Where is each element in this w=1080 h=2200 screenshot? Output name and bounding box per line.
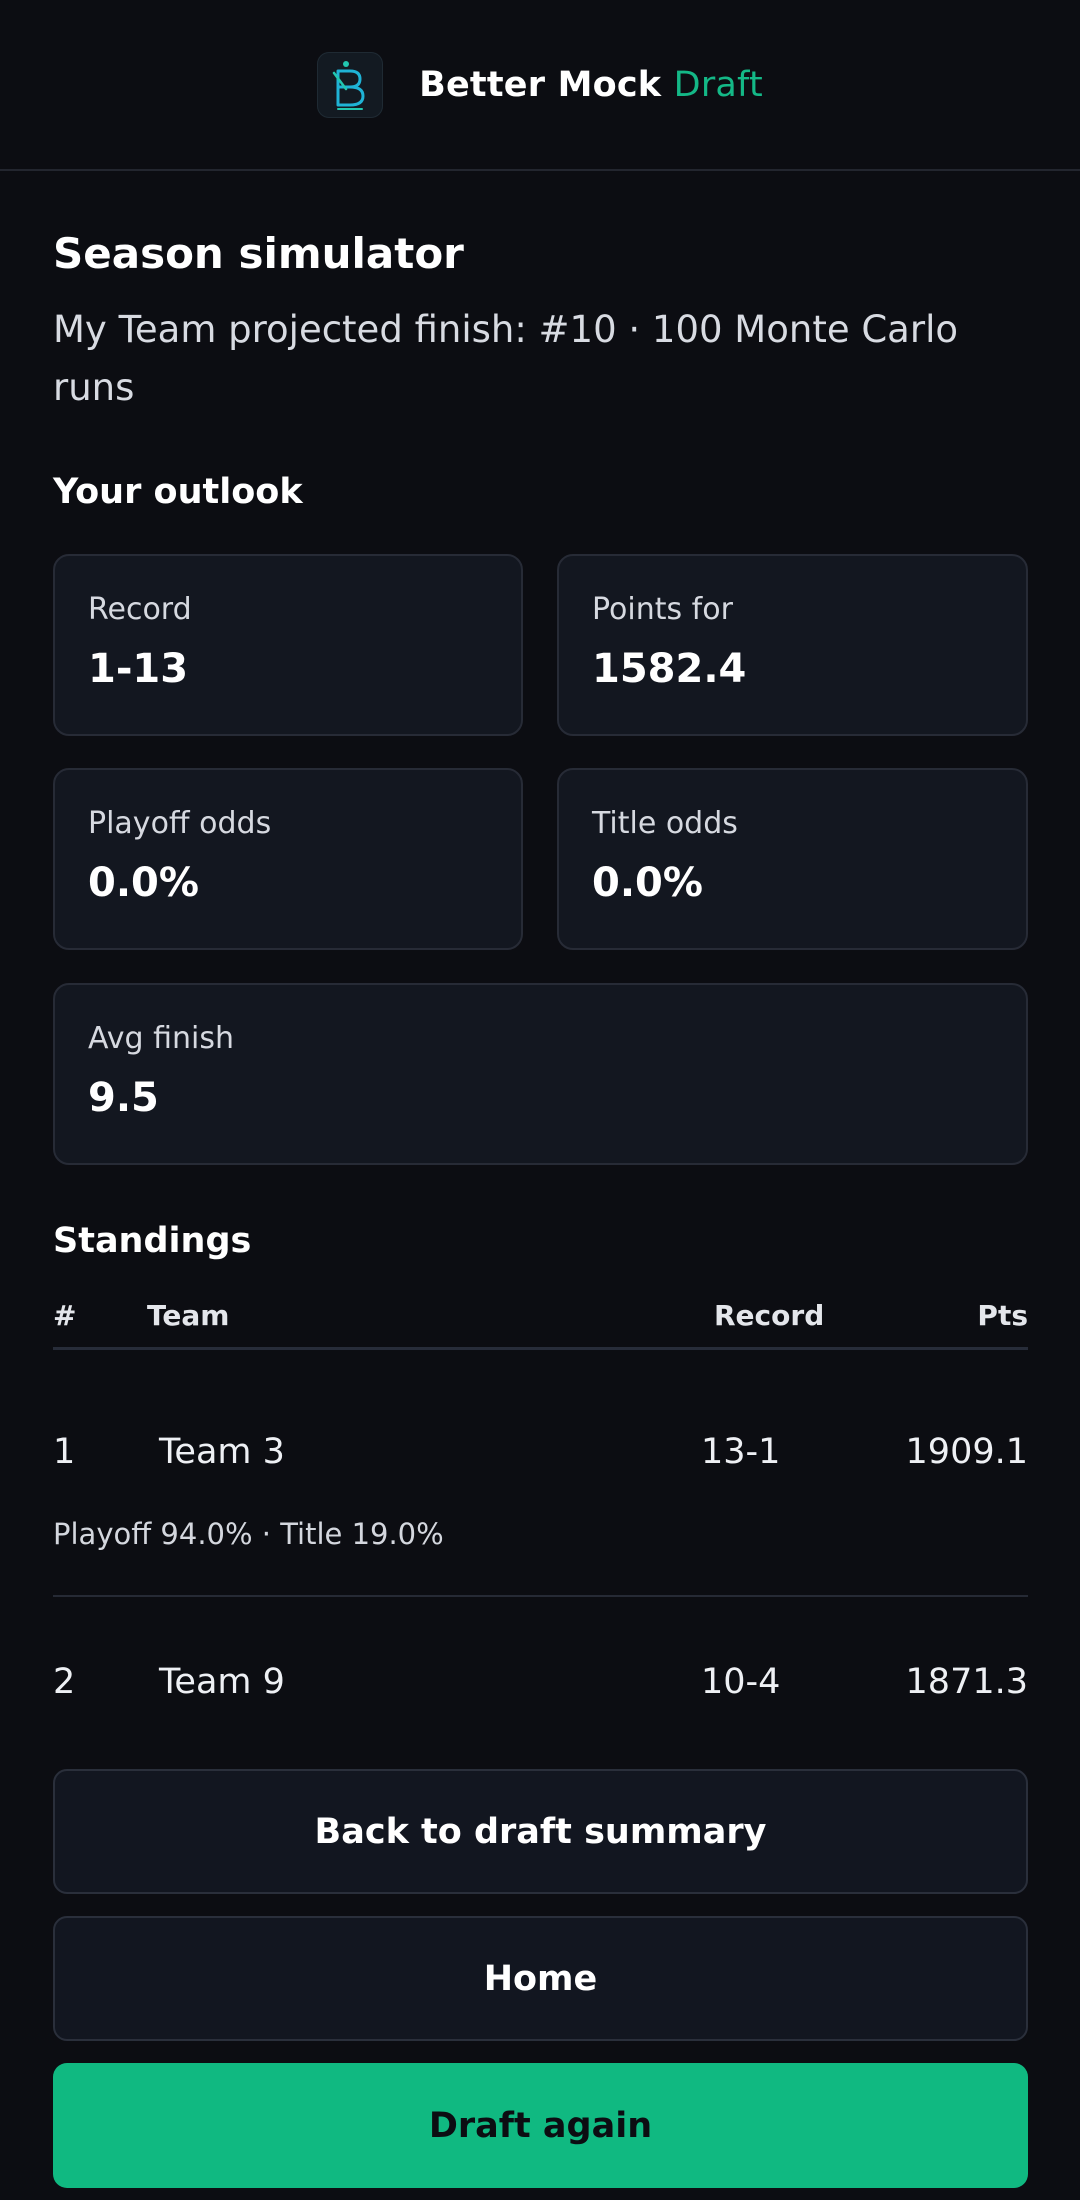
- projection-subtitle: My Team projected finish: #10 · 100 Mont…: [53, 308, 958, 409]
- stat-value: 0.0%: [88, 860, 199, 906]
- row-record: 13-1: [701, 1432, 781, 1472]
- brand-name: Better Mock Draft: [419, 65, 763, 105]
- stat-label: Record: [88, 592, 192, 627]
- row-pts: 1909.1: [905, 1432, 1028, 1472]
- stat-value: 1-13: [88, 646, 189, 692]
- row-rank: 1: [53, 1432, 76, 1472]
- row-odds-note: Playoff 94.0% · Title 19.0%: [53, 1517, 444, 1551]
- outlook-title: Your outlook: [53, 472, 303, 512]
- draft-again-button[interactable]: Draft again: [53, 2063, 1028, 2188]
- stat-value: 0.0%: [592, 860, 703, 906]
- b-monogram-logo-icon: [317, 51, 384, 118]
- back-to-draft-summary-button[interactable]: Back to draft summary: [53, 1769, 1028, 1894]
- stat-label: Title odds: [592, 806, 738, 841]
- column-header-team: Team: [147, 1299, 230, 1332]
- stat-card-playoff-odds: Playoff odds 0.0%: [53, 768, 523, 950]
- stat-card-points-for: Points for 1582.4: [557, 554, 1028, 736]
- stat-value: 1582.4: [592, 646, 747, 692]
- brand[interactable]: Better Mock Draft: [317, 51, 763, 118]
- stat-card-title-odds: Title odds 0.0%: [557, 768, 1028, 950]
- row-rank: 2: [53, 1662, 76, 1702]
- app-header: Better Mock Draft: [0, 0, 1080, 171]
- standings-header: # Team Record Pts: [53, 1299, 1028, 1350]
- row-record: 10-4: [701, 1662, 781, 1702]
- column-header-rank: #: [53, 1299, 77, 1332]
- standings-title: Standings: [53, 1221, 252, 1261]
- stat-label: Playoff odds: [88, 806, 272, 841]
- page-title: Season simulator: [53, 229, 464, 278]
- row-pts: 1871.3: [905, 1662, 1028, 1702]
- stat-value: 9.5: [88, 1075, 159, 1121]
- stat-card-avg-finish: Avg finish 9.5: [53, 983, 1028, 1165]
- column-header-pts: Pts: [977, 1299, 1028, 1332]
- brand-primary: Better Mock: [419, 64, 662, 105]
- column-header-record: Record: [714, 1299, 825, 1332]
- row-team: Team 3: [159, 1432, 285, 1472]
- stat-card-record: Record 1-13: [53, 554, 523, 736]
- home-button[interactable]: Home: [53, 1916, 1028, 2041]
- brand-accent: Draft: [673, 64, 763, 105]
- stat-label: Avg finish: [88, 1021, 234, 1056]
- row-team: Team 9: [159, 1662, 285, 1702]
- row-divider: [53, 1595, 1028, 1597]
- stat-label: Points for: [592, 592, 733, 627]
